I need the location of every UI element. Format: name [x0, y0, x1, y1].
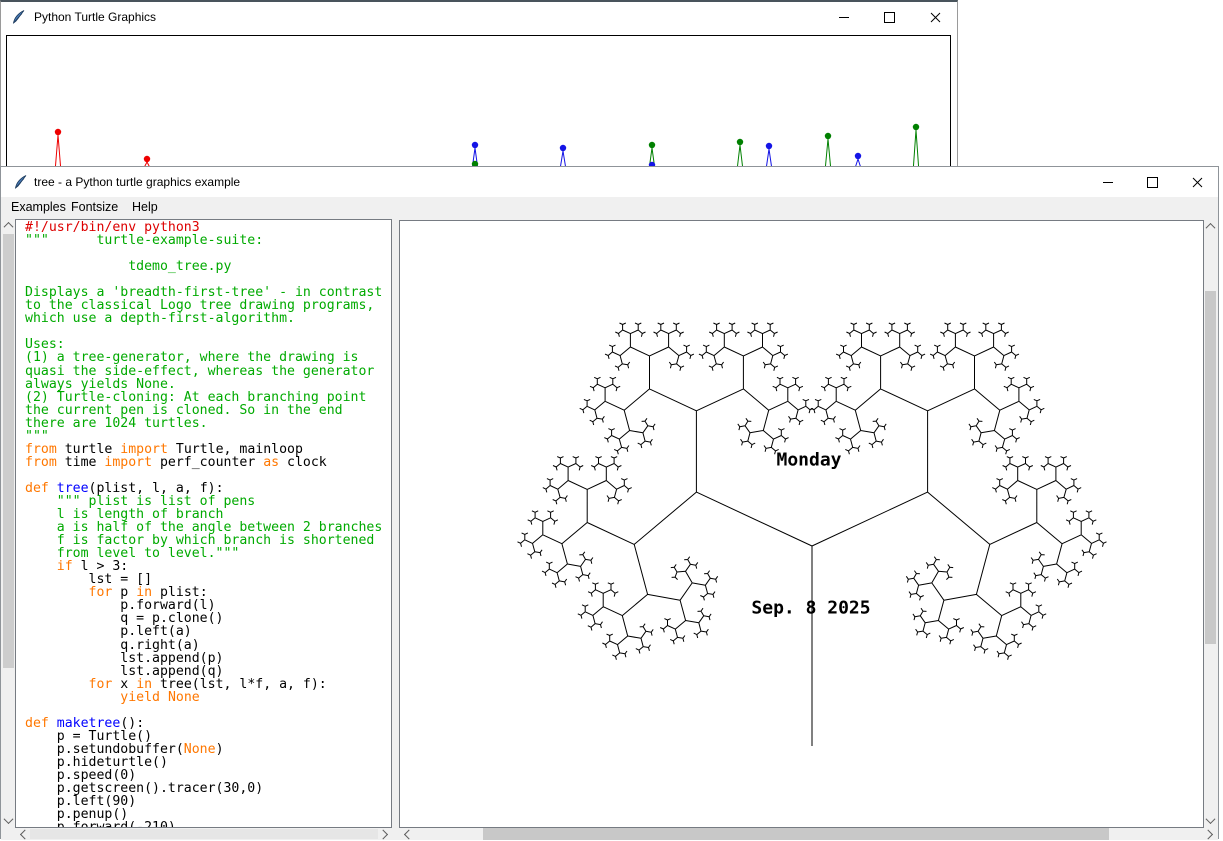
scroll-left-arrow[interactable]: [17, 828, 30, 841]
tk-feather-icon: [13, 174, 29, 190]
canvas-text: Sep. 8 2025: [751, 598, 870, 619]
code-line: yield None: [25, 691, 382, 704]
turtle-sprout: [825, 133, 831, 167]
minimize-button[interactable]: [821, 2, 866, 32]
code-horizontal-scrollbar[interactable]: [15, 828, 392, 840]
background-window: Python Turtle Graphics: [0, 0, 958, 168]
code-line: which use a depth-first-algorithm.: [25, 312, 382, 325]
code-text: #!/usr/bin/env python3""" turtle-example…: [25, 221, 382, 828]
canvas-vscroll-thumb[interactable]: [1205, 291, 1216, 644]
close-button[interactable]: [1175, 167, 1220, 197]
code-vscroll-thumb[interactable]: [3, 234, 14, 668]
code-line: p.forward(-210): [25, 821, 382, 828]
canvas-hscroll-thumb[interactable]: [483, 828, 1109, 840]
code-line: there are 1024 turtles.: [25, 417, 382, 430]
background-window-titlebar[interactable]: Python Turtle Graphics: [1, 2, 957, 32]
maximize-icon: [1147, 177, 1158, 188]
background-window-title: Python Turtle Graphics: [34, 10, 156, 24]
background-turtle-canvas[interactable]: [6, 35, 951, 170]
scroll-right-arrow[interactable]: [1203, 828, 1216, 841]
code-line: """ turtle-example-suite:: [25, 234, 382, 247]
minimize-button[interactable]: [1085, 167, 1130, 197]
maximize-button[interactable]: [1130, 167, 1175, 197]
maximize-button[interactable]: [867, 2, 912, 32]
turtle-canvas[interactable]: Monday Sep. 8 2025: [399, 220, 1204, 828]
code-vertical-scrollbar[interactable]: [2, 219, 15, 828]
turtle-sprout: [855, 153, 861, 167]
scroll-up-arrow[interactable]: [2, 219, 15, 232]
turtle-sprout: [766, 143, 772, 167]
turtle-sprout: [737, 139, 743, 167]
scroll-down-arrow[interactable]: [1204, 814, 1217, 827]
code-hscroll-thumb[interactable]: [30, 829, 378, 839]
tk-feather-icon: [11, 9, 27, 25]
scroll-up-arrow[interactable]: [1204, 220, 1217, 233]
menu-fontsize[interactable]: Fontsize: [71, 200, 118, 214]
code-line: [25, 325, 382, 338]
tree-window-titlebar[interactable]: tree - a Python turtle graphics example: [1, 167, 1218, 197]
demo-content: #!/usr/bin/env python3""" turtle-example…: [1, 219, 1218, 840]
scroll-down-arrow[interactable]: [2, 814, 15, 827]
maximize-icon: [884, 12, 895, 23]
menubar: Examples Fontsize Help: [1, 197, 1218, 219]
tree-window: tree - a Python turtle graphics example …: [0, 166, 1219, 839]
minimize-icon: [1103, 182, 1113, 183]
minimize-icon: [839, 17, 849, 18]
tree-window-title: tree - a Python turtle graphics example: [34, 175, 240, 189]
close-icon: [1192, 177, 1203, 188]
close-icon: [930, 12, 941, 23]
turtle-sprout: [913, 124, 919, 167]
scroll-left-arrow[interactable]: [401, 828, 414, 841]
canvas-horizontal-scrollbar[interactable]: [399, 828, 1217, 840]
close-button[interactable]: [913, 2, 958, 32]
code-line: from time import perf_counter as clock: [25, 456, 382, 469]
turtle-sprout: [560, 145, 566, 167]
canvas-vertical-scrollbar[interactable]: [1204, 220, 1217, 828]
canvas-text: Monday: [776, 450, 841, 471]
fractal-tree-drawing: Monday Sep. 8 2025: [400, 221, 1203, 827]
code-view[interactable]: #!/usr/bin/env python3""" turtle-example…: [15, 219, 392, 828]
menu-help[interactable]: Help: [132, 200, 158, 214]
scroll-right-arrow[interactable]: [378, 828, 391, 841]
code-line: tdemo_tree.py: [25, 260, 382, 273]
menu-examples[interactable]: Examples: [11, 200, 66, 214]
fractal-tree-path: [518, 323, 1107, 746]
turtle-figures: [7, 36, 950, 169]
turtle-sprout: [55, 129, 61, 167]
